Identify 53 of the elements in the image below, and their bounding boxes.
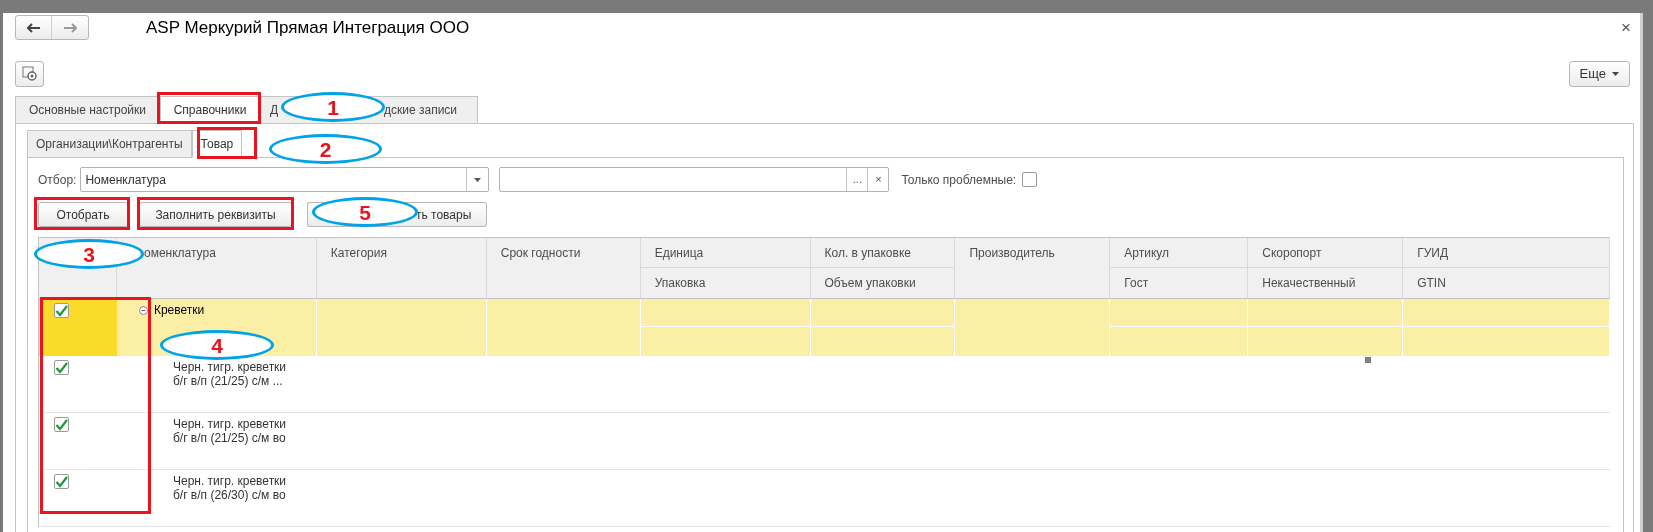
column-header: GTIN [1417,276,1446,290]
tab[interactable]: Организации\Контрагенты [27,130,192,158]
column-header: Скоропорт [1262,246,1322,260]
check-icon [55,418,68,431]
checkbox[interactable] [1022,172,1038,187]
only-problems-label: Только проблемные: [901,171,1017,189]
column-header: Единица [654,246,704,260]
filter-label: Отбор: [38,171,77,189]
command-button[interactable]: ть товары [416,202,487,227]
search-field[interactable]: ... × [499,167,890,192]
collapse-icon[interactable] [138,306,148,315]
tab[interactable]: Д [260,96,280,124]
product-name: Черн. тигр. креветки б/г в/п (21/25) с/м ... [172,360,287,390]
check-icon [55,475,68,488]
product-name: Черн. тигр. креветки б/г в/п (21/25) с/м во [172,417,287,447]
tab-label: дские записи [384,96,478,124]
caret-icon [474,177,482,182]
column-header: Гост [1124,276,1149,290]
command-button[interactable]: Отобрать [38,202,128,227]
highlight-frame [197,127,257,159]
right-arrow-icon [63,22,77,33]
column-header: Срок годности [500,246,581,260]
close-button[interactable]: × [1621,19,1631,36]
checkbox[interactable] [54,360,69,375]
clear-button[interactable]: × [867,168,889,191]
column-header: Категория [330,246,387,260]
column-header: Артикул [1124,246,1170,260]
column-header: ГУИД [1417,246,1448,260]
column-header: Некачественный [1262,276,1356,290]
checkbox[interactable] [54,303,69,318]
product-name: Креветки [153,303,205,319]
caret-icon [1612,71,1619,76]
settings-button[interactable] [15,60,44,87]
left-arrow-icon [26,22,41,33]
settings-icon [21,65,38,82]
column-header: Упаковка [654,276,706,290]
column-header: оменклатура [143,246,216,260]
checkbox[interactable] [54,474,69,489]
window-title: ASP Меркурий Прямая Интеграция ООО [146,16,470,39]
checkbox[interactable] [54,417,69,432]
check-icon [55,361,68,374]
resize-handle [1365,357,1371,363]
select-button[interactable]: ... [846,168,868,191]
product-name: Черн. тигр. креветки б/г в/п (26/30) с/м во [172,474,287,504]
check-icon [55,304,68,317]
column-header: Производитель [969,246,1055,260]
tab[interactable]: Основные настройки [15,96,160,124]
filter-dropdown[interactable]: Номенклатура [80,167,490,192]
tab[interactable]: Справочники [160,96,260,124]
command-button[interactable]: Заполнить реквизиты [139,202,292,227]
more-button[interactable]: Еще [1568,60,1630,87]
column-header: Объем упаковки [824,276,916,290]
column-header: Кол. в упаковке [824,246,911,260]
